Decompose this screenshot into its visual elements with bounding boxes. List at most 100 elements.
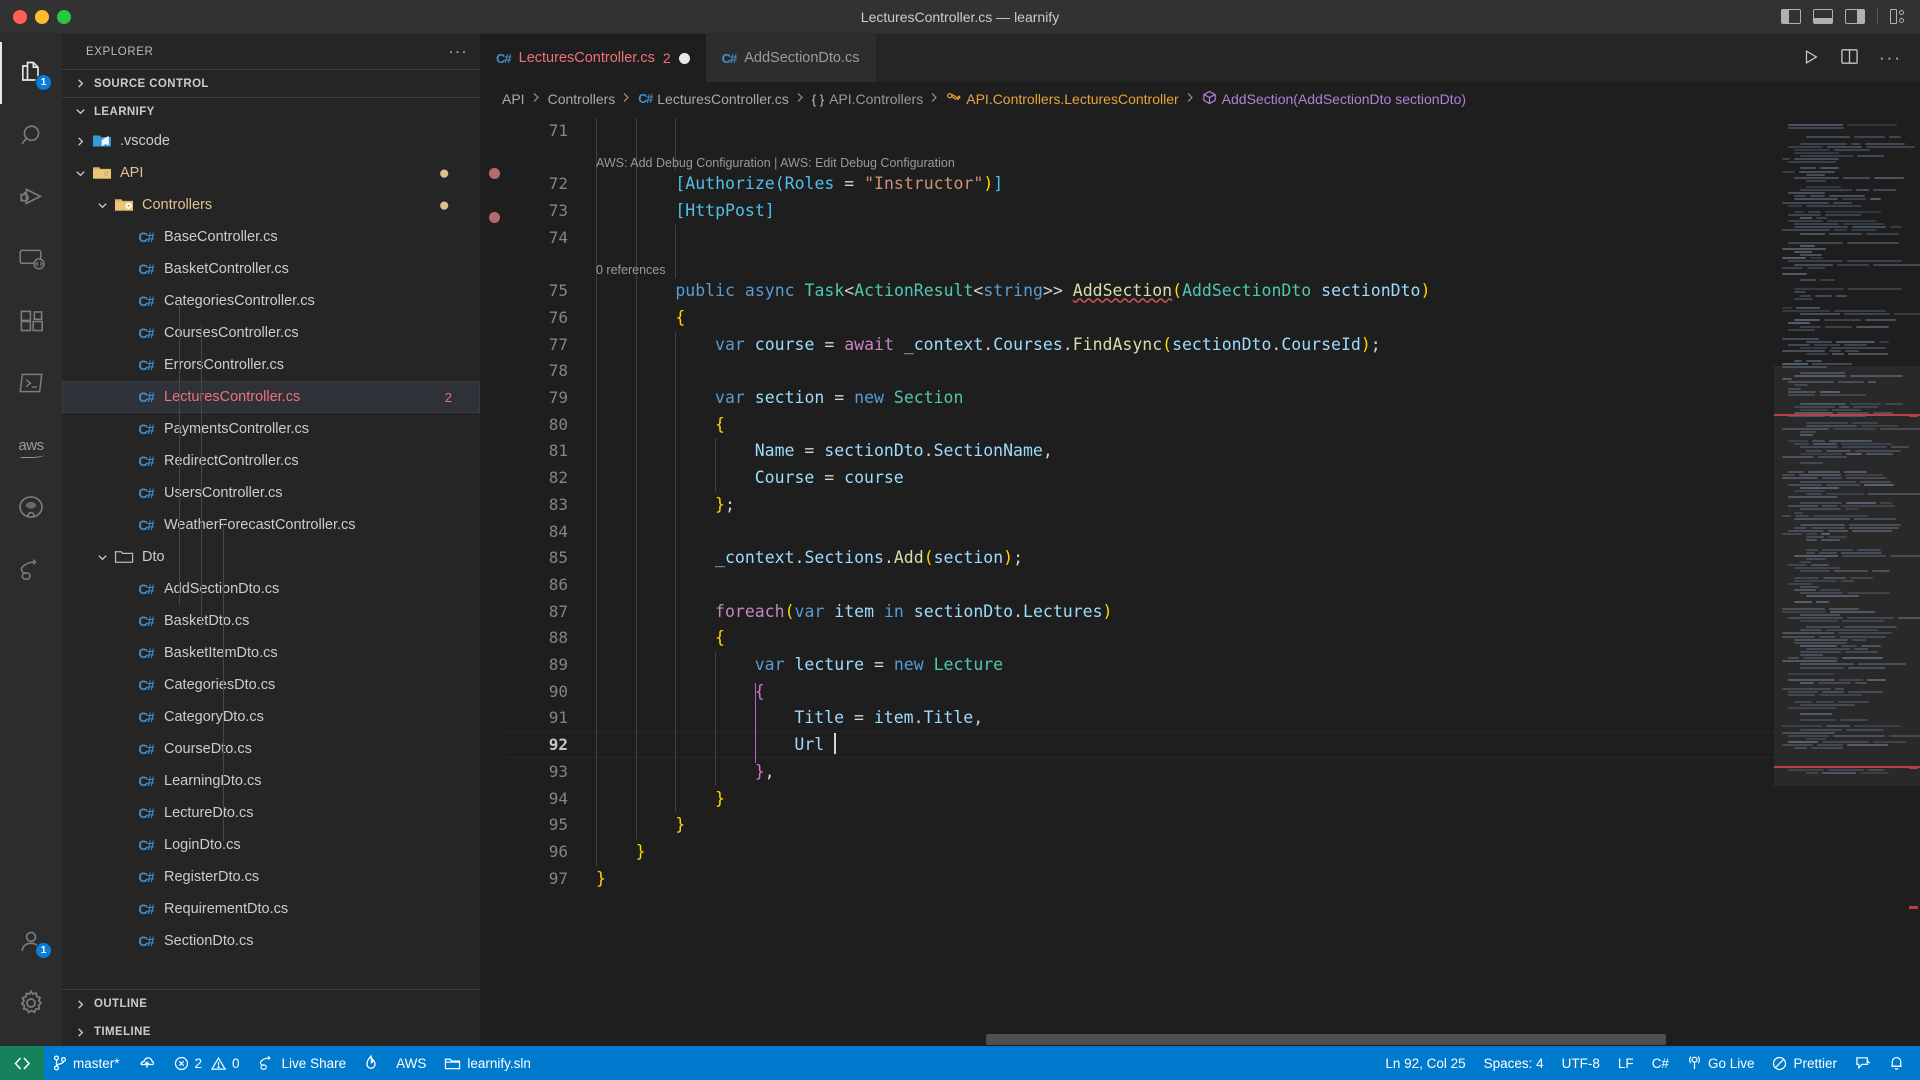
breakpoint-gutter[interactable]	[480, 116, 506, 1046]
folder-tree-item[interactable]: Dto	[62, 541, 480, 573]
activity-live-share[interactable]	[0, 538, 62, 600]
code-line[interactable]: }	[596, 866, 606, 893]
code-line[interactable]: [Authorize(Roles = "Instructor")]	[596, 171, 1003, 198]
eol-status[interactable]: LF	[1609, 1046, 1643, 1080]
file-tree-item[interactable]: C# LectureDto.cs	[62, 797, 480, 829]
chevron-down-icon[interactable]	[94, 197, 110, 213]
file-tree-item[interactable]: C# CoursesController.cs	[62, 317, 480, 349]
prettier-status[interactable]: Prettier	[1763, 1046, 1846, 1080]
activity-search[interactable]	[0, 104, 62, 166]
activity-github[interactable]	[0, 476, 62, 538]
problems-status[interactable]: 2 0	[165, 1046, 249, 1080]
outline-section[interactable]: OUTLINE	[62, 990, 480, 1018]
notifications-bell-button[interactable]	[1880, 1046, 1920, 1080]
activity-run-and-debug[interactable]	[0, 166, 62, 228]
feedback-button[interactable]	[1846, 1046, 1880, 1080]
timeline-section[interactable]: TIMELINE	[62, 1018, 480, 1046]
window-controls[interactable]	[0, 9, 71, 24]
code-line[interactable]: var lecture = new Lecture	[596, 652, 1003, 679]
code-line[interactable]: [HttpPost]	[596, 198, 774, 225]
file-tree-item[interactable]: C# AddSectionDto.cs	[62, 573, 480, 605]
remote-window-button[interactable]	[0, 1046, 44, 1080]
file-tree-item[interactable]: C# SectionDto.cs	[62, 925, 480, 957]
minimize-window-button[interactable]	[35, 9, 49, 24]
close-window-button[interactable]	[13, 9, 27, 24]
code-line[interactable]: foreach(var item in sectionDto.Lectures)	[596, 599, 1112, 626]
file-tree-item[interactable]: C# RequirementDto.cs	[62, 893, 480, 925]
indentation-status[interactable]: Spaces: 4	[1475, 1046, 1553, 1080]
breakpoint-dot[interactable]	[489, 212, 500, 223]
maximize-window-button[interactable]	[57, 9, 71, 24]
breadcrumb[interactable]: API Controllers C# LecturesController.cs { }…	[480, 82, 1920, 116]
code-line[interactable]: }	[596, 786, 725, 813]
language-mode-status[interactable]: C#	[1643, 1046, 1678, 1080]
file-tree-item[interactable]: C# UsersController.cs	[62, 477, 480, 509]
code-scroll-area[interactable]: AWS: Add Debug Configuration | AWS: Edit…	[506, 116, 1774, 1046]
activity-explorer[interactable]: 1	[0, 42, 62, 104]
customize-layout-icon[interactable]	[1890, 9, 1904, 24]
flame-status[interactable]	[355, 1046, 387, 1080]
minimap-slider[interactable]	[1774, 366, 1920, 786]
breadcrumb-item[interactable]: { } API.Controllers	[812, 91, 923, 107]
code-line[interactable]: Url	[596, 732, 837, 759]
file-tree-item[interactable]: C# LoginDto.cs	[62, 829, 480, 861]
file-tree-item[interactable]: C# PaymentsController.cs	[62, 413, 480, 445]
file-tree-item[interactable]: C# CategoriesDto.cs	[62, 669, 480, 701]
code-line[interactable]: };	[596, 492, 735, 519]
chevron-right-icon[interactable]	[72, 133, 88, 149]
editor-tab[interactable]: C# LecturesController.cs 2	[480, 34, 706, 82]
code-line[interactable]: Title = item.Title,	[596, 705, 983, 732]
breadcrumb-item[interactable]: AddSection(AddSectionDto sectionDto)	[1202, 90, 1466, 108]
code-line[interactable]: Course = course	[596, 465, 904, 492]
split-editor-icon[interactable]	[1840, 47, 1859, 69]
file-tree-item[interactable]: C# BasketController.cs	[62, 253, 480, 285]
editor-tabs[interactable]: C# LecturesController.cs 2 C# AddSectionDto.…	[480, 34, 1920, 82]
file-tree-item[interactable]: C# RedirectController.cs	[62, 445, 480, 477]
file-tree-item[interactable]: C# CategoryDto.cs	[62, 701, 480, 733]
code-line[interactable]: var section = new Section	[596, 385, 963, 412]
panel-left-icon[interactable]	[1781, 9, 1801, 24]
source-control-section[interactable]: SOURCE CONTROL	[62, 69, 480, 97]
run-icon[interactable]	[1802, 48, 1820, 69]
breadcrumb-item[interactable]: C# LecturesController.cs	[638, 91, 789, 107]
code-line[interactable]: }	[596, 812, 685, 839]
code-line[interactable]: _context.Sections.Add(section);	[596, 545, 1023, 572]
project-section[interactable]: LEARNIFY	[62, 97, 480, 125]
horizontal-scrollbar[interactable]	[986, 1032, 1666, 1046]
editor-toolbar[interactable]: ···	[1802, 34, 1920, 82]
code-line[interactable]: {	[596, 679, 765, 706]
breadcrumb-item[interactable]: API.Controllers.LecturesController	[946, 91, 1179, 108]
folder-tree-item[interactable]: .vscode	[62, 125, 480, 157]
file-tree-item[interactable]: C# CategoriesController.cs	[62, 285, 480, 317]
activity-settings[interactable]	[0, 972, 62, 1034]
folder-tree-item[interactable]: API ●	[62, 157, 480, 189]
code-line[interactable]: public async Task<ActionResult<string>> …	[596, 278, 1430, 305]
code-line[interactable]: },	[596, 759, 775, 786]
branch-status[interactable]: master*	[44, 1046, 129, 1080]
code-line[interactable]: {	[596, 625, 725, 652]
file-tree-item[interactable]: C# BasketItemDto.cs	[62, 637, 480, 669]
panel-bottom-icon[interactable]	[1813, 9, 1833, 24]
code-line[interactable]: Name = sectionDto.SectionName,	[596, 438, 1053, 465]
activity-terminal[interactable]	[0, 352, 62, 414]
file-tree-item[interactable]: C# CourseDto.cs	[62, 733, 480, 765]
code-line[interactable]: {	[596, 412, 725, 439]
unsaved-indicator-icon[interactable]	[678, 52, 690, 64]
solution-status[interactable]: learnify.sln	[435, 1046, 540, 1080]
explorer-more-actions-icon[interactable]: ···	[449, 43, 469, 60]
file-tree-item[interactable]: C# RegisterDto.cs	[62, 861, 480, 893]
chevron-down-icon[interactable]	[94, 549, 110, 565]
file-tree-item[interactable]: C# LearningDto.cs	[62, 765, 480, 797]
breadcrumb-item[interactable]: Controllers	[548, 91, 616, 107]
file-tree-item[interactable]: C# BaseController.cs	[62, 221, 480, 253]
breakpoint-dot[interactable]	[489, 168, 500, 179]
panel-right-icon[interactable]	[1845, 9, 1865, 24]
code-line[interactable]: }	[596, 839, 646, 866]
editor-tab[interactable]: C# AddSectionDto.cs	[705, 34, 876, 82]
sync-changes-button[interactable]	[129, 1046, 165, 1080]
folder-tree-item[interactable]: Controllers ●	[62, 189, 480, 221]
live-share-status[interactable]: Live Share	[249, 1046, 356, 1080]
code-line[interactable]: var course = await _context.Courses.Find…	[596, 332, 1381, 359]
activity-remote-explorer[interactable]	[0, 228, 62, 290]
aws-status[interactable]: AWS	[387, 1046, 435, 1080]
